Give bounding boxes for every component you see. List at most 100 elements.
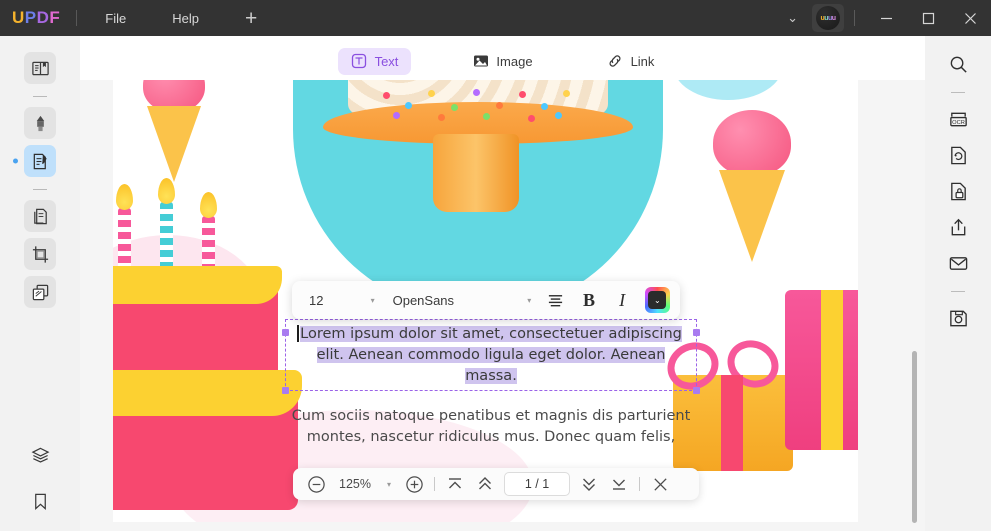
tab-link[interactable]: Link xyxy=(594,48,668,75)
body-paragraph[interactable]: Cum sociis natoque penatibus et magnis d… xyxy=(285,406,697,448)
ice-cream-scoop xyxy=(713,110,791,176)
share-upload-icon xyxy=(951,218,965,235)
edit-mode-tabs: Text Image Link xyxy=(80,36,925,86)
tab-link-label: Link xyxy=(630,53,655,69)
titlebar-divider-2 xyxy=(854,10,855,26)
align-center-button[interactable] xyxy=(539,286,572,314)
close-toolbar-button[interactable] xyxy=(645,470,675,498)
bold-button[interactable]: B xyxy=(572,286,605,314)
resize-handle-left[interactable] xyxy=(282,329,289,336)
zoom-dropdown-icon[interactable]: ▾ xyxy=(379,480,399,489)
previous-page-icon xyxy=(479,477,492,490)
right-item-search[interactable] xyxy=(941,48,975,80)
sidebar-item-reader-mode[interactable] xyxy=(24,52,56,84)
text-color-button[interactable]: ⌄ xyxy=(644,287,670,313)
last-page-icon xyxy=(613,479,626,490)
last-page-button[interactable] xyxy=(604,470,634,498)
avatar[interactable]: uuuu xyxy=(812,4,844,32)
sidebar-item-crop-page[interactable] xyxy=(24,238,56,270)
text-box-icon xyxy=(351,53,368,70)
page-navigation-toolbar: 125% ▾ 1 / 1 xyxy=(293,468,699,500)
stack-pages-icon xyxy=(32,284,48,300)
close-button[interactable] xyxy=(949,0,991,36)
ice-cream-cone-top-left xyxy=(143,80,205,182)
cake-icing-top xyxy=(113,266,282,304)
sidebar-item-comment-highlight[interactable] xyxy=(24,107,56,139)
selected-text: Lorem ipsum dolor sit amet, consectetuer… xyxy=(300,326,682,384)
text-caret xyxy=(297,325,299,342)
color-dropdown-icon[interactable]: ⌄ xyxy=(648,291,667,309)
font-size-value[interactable]: 12 xyxy=(302,293,363,308)
birthday-cake xyxy=(113,178,308,522)
first-page-icon xyxy=(449,478,462,489)
sidebar-item-organize-pages[interactable] xyxy=(24,200,56,232)
page-toolbar-divider-1 xyxy=(434,477,436,491)
convert-document-icon xyxy=(950,146,966,164)
text-format-toolbar: 12 ▾ OpenSans ▾ B I ⌄ xyxy=(292,281,680,319)
right-item-save[interactable] xyxy=(941,302,975,334)
font-family-dropdown-icon[interactable]: ▾ xyxy=(519,296,539,305)
updf-logo: U P D F xyxy=(12,8,60,28)
active-indicator-dot xyxy=(13,158,18,164)
selected-text-box[interactable]: Lorem ipsum dolor sit amet, consectetuer… xyxy=(282,319,700,394)
sidebar-item-bookmarks[interactable] xyxy=(24,485,56,517)
cake-stand-pole xyxy=(433,134,519,212)
layers-icon xyxy=(31,447,49,463)
right-item-convert[interactable] xyxy=(941,139,975,171)
titlebar-divider xyxy=(76,10,78,26)
page-number-field[interactable]: 1 / 1 xyxy=(504,472,571,496)
updf-window: U P D F File Help + ⌄ uuuu OCR Text Imag… xyxy=(0,0,991,531)
zoom-in-icon xyxy=(405,475,423,493)
chevron-down-icon[interactable]: ⌄ xyxy=(773,10,812,26)
menu-help[interactable]: Help xyxy=(160,7,211,30)
cake-photo xyxy=(293,80,663,314)
maximize-button[interactable] xyxy=(907,0,949,36)
resize-handle-right[interactable] xyxy=(693,329,700,336)
gift-ribbon xyxy=(821,290,843,450)
marker-pen-icon xyxy=(36,115,44,131)
tab-image[interactable]: Image xyxy=(459,48,545,75)
font-family-value[interactable]: OpenSans xyxy=(383,293,520,308)
right-item-protect[interactable] xyxy=(941,175,975,207)
font-size-dropdown-icon[interactable]: ▾ xyxy=(363,296,383,305)
first-page-button[interactable] xyxy=(440,470,470,498)
gift-ribbon xyxy=(721,375,743,471)
svg-text:OCR: OCR xyxy=(952,119,965,125)
sidebar-item-batch-process[interactable] xyxy=(24,276,56,308)
candle-2 xyxy=(160,202,173,270)
next-page-icon xyxy=(583,478,596,491)
menu-file[interactable]: File xyxy=(93,7,138,30)
right-divider-1 xyxy=(951,92,965,93)
zoom-out-button[interactable] xyxy=(301,470,331,498)
lock-document-icon xyxy=(950,182,966,200)
previous-page-button[interactable] xyxy=(470,470,500,498)
right-item-ocr[interactable]: OCR xyxy=(941,103,975,135)
logo-letter-f: F xyxy=(49,8,61,27)
right-item-share[interactable] xyxy=(941,211,975,243)
right-item-email[interactable] xyxy=(941,247,975,279)
gift-box-body xyxy=(785,290,858,450)
right-divider-2 xyxy=(951,291,965,292)
gift-box-far-right xyxy=(785,290,858,450)
zoom-out-icon xyxy=(307,475,325,493)
sidebar-item-edit-pdf[interactable] xyxy=(13,145,56,177)
next-page-button[interactable] xyxy=(574,470,604,498)
zoom-level-value[interactable]: 125% xyxy=(331,477,379,491)
sidebar-item-layers[interactable] xyxy=(24,439,56,471)
new-tab-button[interactable]: + xyxy=(245,8,257,29)
minimize-button[interactable] xyxy=(865,0,907,36)
resize-handle-bottom-right[interactable] xyxy=(693,387,700,394)
zoom-in-button[interactable] xyxy=(399,470,429,498)
resize-handle-bottom-left[interactable] xyxy=(282,387,289,394)
right-toolbar: OCR xyxy=(925,36,991,531)
crop-icon xyxy=(32,245,48,263)
italic-button[interactable]: I xyxy=(606,286,639,314)
cyan-blob-top xyxy=(673,80,783,100)
book-open-icon xyxy=(31,61,49,75)
tab-text[interactable]: Text xyxy=(337,47,412,75)
left-toolbar xyxy=(0,36,80,531)
vertical-scrollbar[interactable] xyxy=(912,351,917,523)
tab-image-label: Image xyxy=(496,53,533,69)
waffle-cone xyxy=(147,106,201,182)
avatar-mark-icon: uuuu xyxy=(816,6,840,30)
